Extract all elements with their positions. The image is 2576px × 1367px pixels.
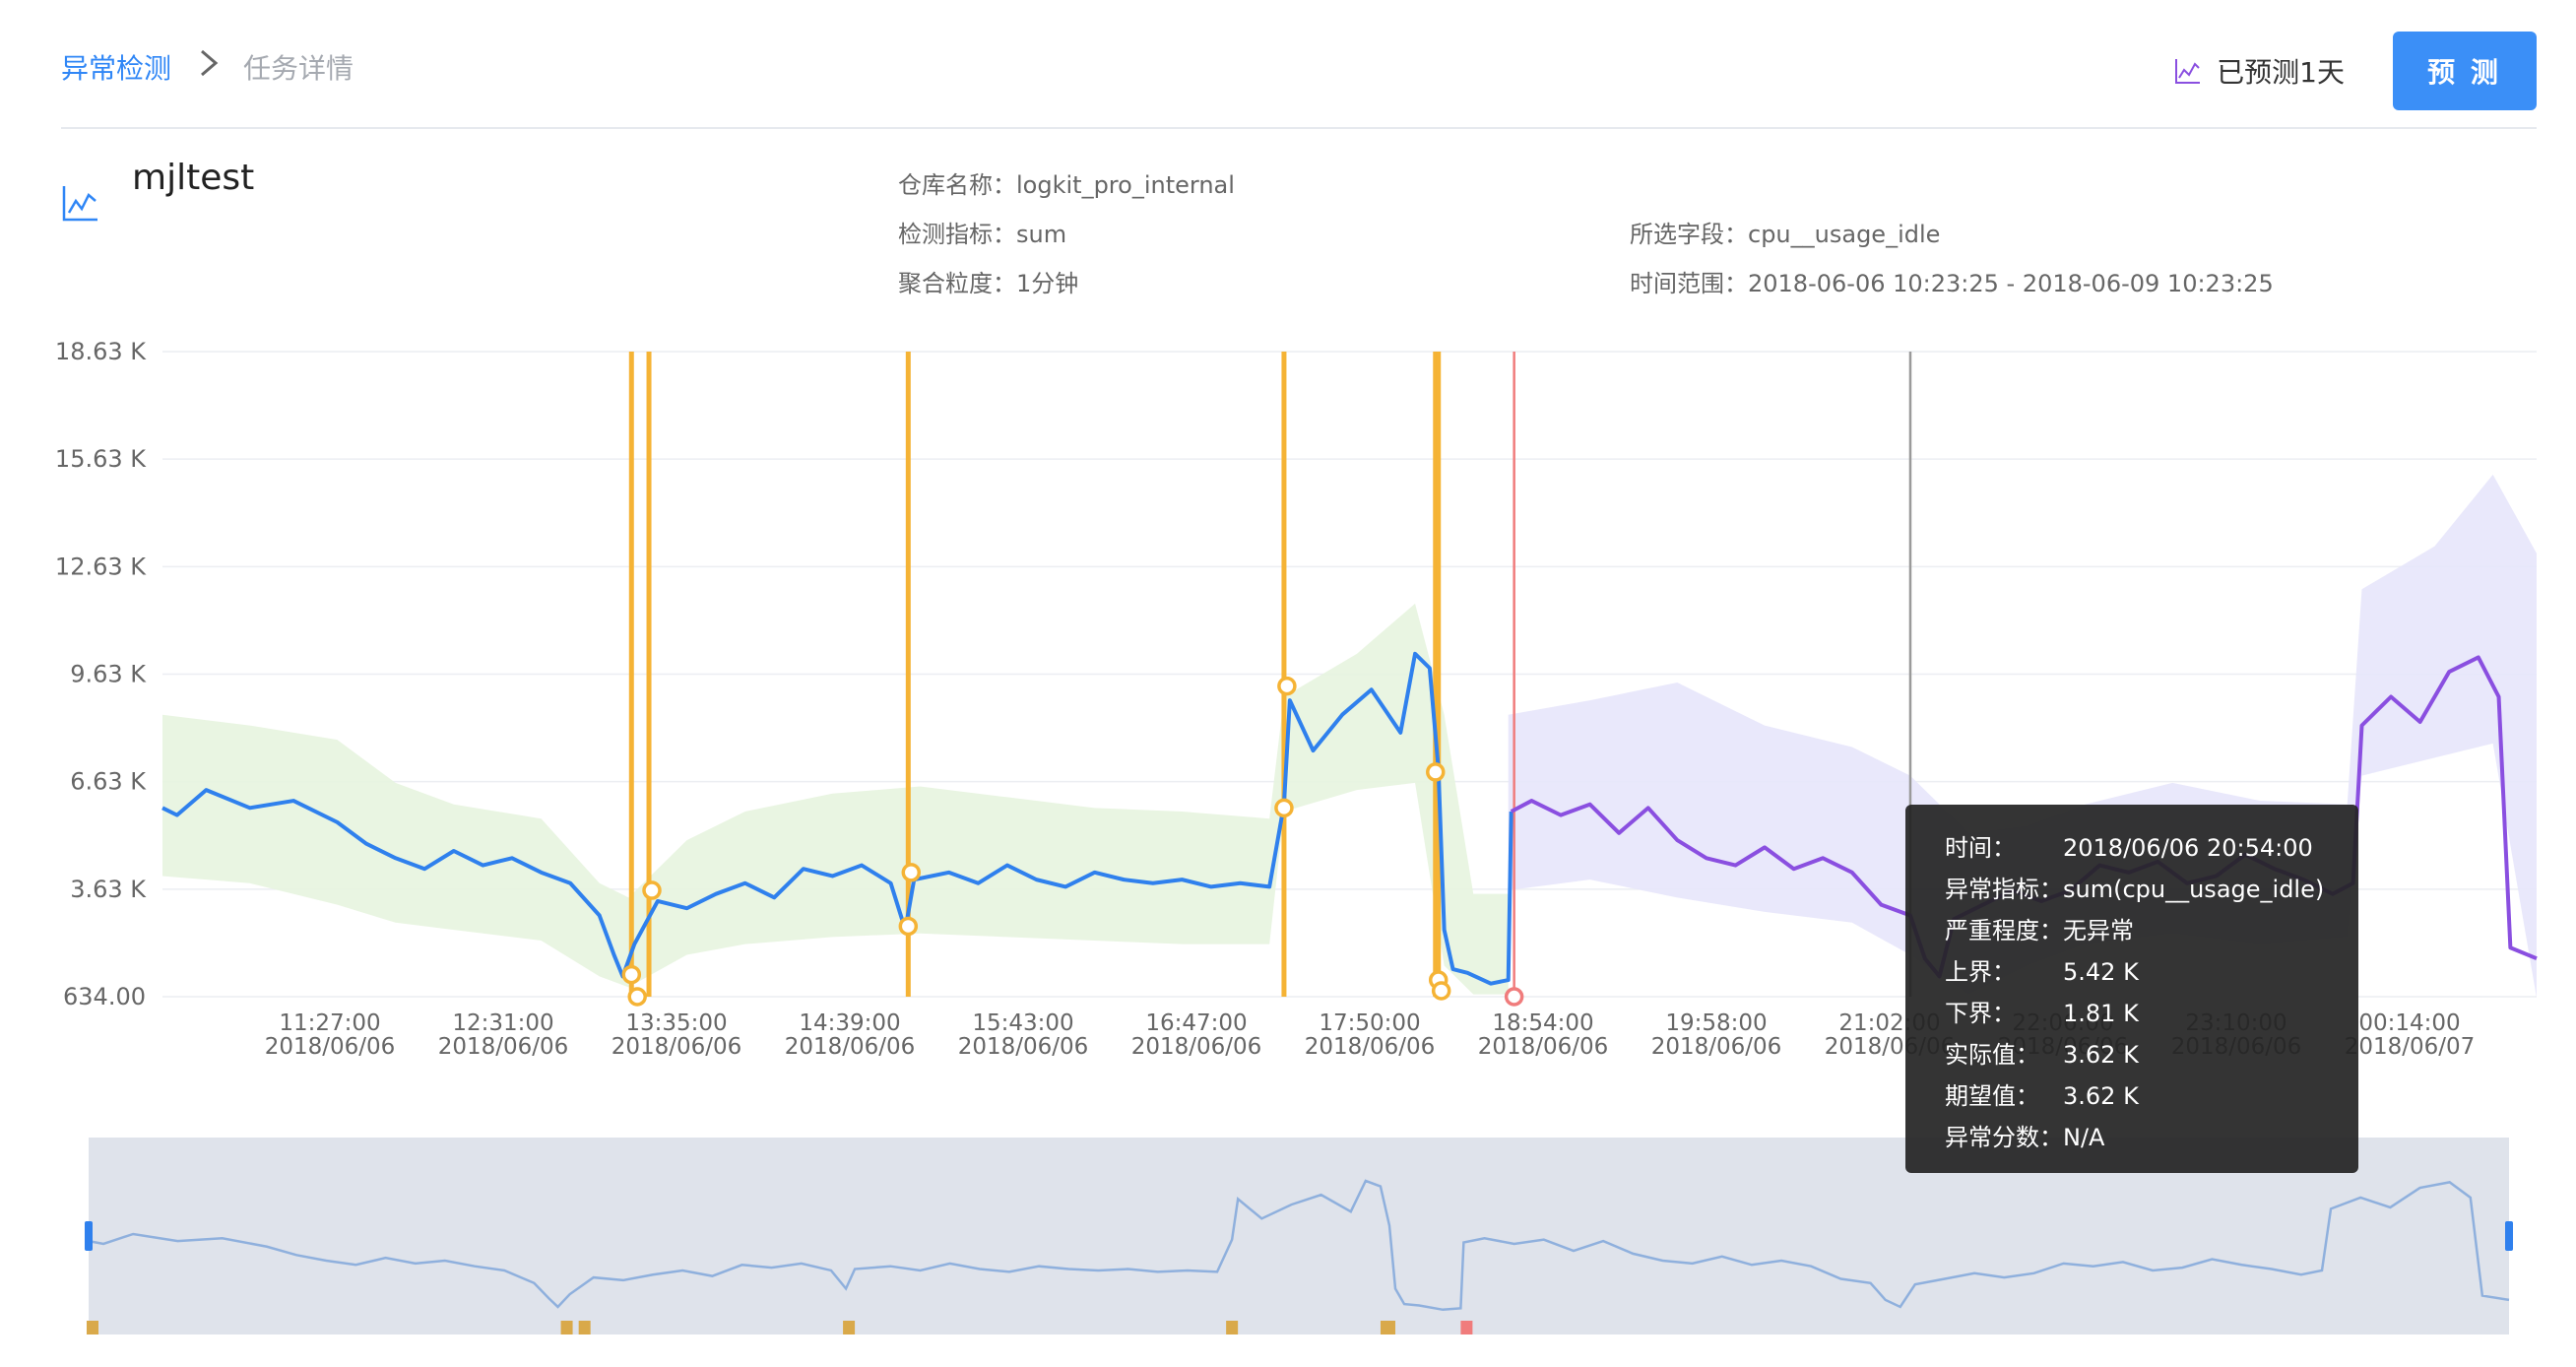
tooltip-value: 2018/06/06 20:54:00 bbox=[2063, 834, 2313, 862]
x-tick-time: 13:35:00 bbox=[625, 1010, 727, 1036]
meta-value: 2018-06-06 10:23:25 - 2018-06-09 10:23:2… bbox=[1748, 270, 2274, 297]
y-tick-label: 15.63 K bbox=[55, 445, 147, 473]
tooltip-value: N/A bbox=[2063, 1124, 2105, 1151]
y-tick-label: 12.63 K bbox=[55, 553, 147, 580]
y-tick-label: 6.63 K bbox=[70, 768, 147, 796]
x-tick-date: 2018/06/06 bbox=[1478, 1034, 1609, 1060]
tooltip-row: 实际值： 3.62 K bbox=[1945, 1035, 2139, 1070]
meta-key: 仓库名称： bbox=[898, 171, 1016, 199]
chevron-right-icon bbox=[201, 49, 219, 77]
tooltip-row: 下界： 1.81 K bbox=[1945, 994, 2139, 1028]
anomaly-point bbox=[1431, 981, 1451, 1001]
navigator-anomaly-marker bbox=[843, 1321, 856, 1334]
meta-value: 1分钟 bbox=[1016, 270, 1079, 297]
tooltip-row: 时间： 2018/06/06 20:54:00 bbox=[1945, 828, 2313, 863]
meta-value: cpu__usage_idle bbox=[1748, 221, 1941, 248]
line-chart-icon bbox=[62, 186, 97, 222]
predict-status-text: 已预测1天 bbox=[2217, 56, 2345, 89]
tooltip-row: 严重程度：无异常 bbox=[1945, 911, 2134, 945]
meta-repo: 仓库名称：logkit_pro_internal bbox=[898, 165, 1235, 200]
task-name: mjltest bbox=[132, 158, 255, 198]
y-tick-label: 18.63 K bbox=[55, 338, 147, 365]
predict-button[interactable]: 预 测 bbox=[2393, 32, 2537, 110]
predict-status: 已预测1天 bbox=[2173, 51, 2345, 91]
x-tick-date: 2018/06/06 bbox=[265, 1034, 396, 1060]
tooltip-key: 实际值： bbox=[1945, 1041, 2039, 1069]
tooltip-key: 期望值： bbox=[1945, 1082, 2039, 1110]
x-tick-date: 2018/06/06 bbox=[958, 1034, 1089, 1060]
y-tick-label: 634.00 bbox=[63, 983, 146, 1010]
meta-key: 聚合粒度： bbox=[898, 270, 1016, 297]
anomaly-point bbox=[1504, 987, 1524, 1007]
x-tick-date: 2018/06/06 bbox=[1651, 1034, 1782, 1060]
navigator-anomaly-marker bbox=[1226, 1321, 1239, 1334]
x-tick-date: 2018/06/07 bbox=[2345, 1034, 2476, 1060]
x-tick-date: 2018/06/06 bbox=[1131, 1034, 1262, 1060]
navigator-anomaly-marker bbox=[1460, 1321, 1473, 1334]
breadcrumb-home-link[interactable]: 异常检测 bbox=[61, 47, 171, 87]
navigator-anomaly-marker bbox=[1383, 1321, 1395, 1334]
anomaly-point bbox=[1274, 798, 1294, 818]
tooltip-key: 下界： bbox=[1945, 1000, 2016, 1027]
history-band bbox=[162, 603, 1509, 995]
x-tick-time: 18:54:00 bbox=[1492, 1010, 1593, 1036]
x-tick-time: 16:47:00 bbox=[1145, 1010, 1247, 1036]
x-tick-time: 00:14:00 bbox=[2358, 1010, 2460, 1036]
tooltip-key: 异常指标： bbox=[1945, 876, 2063, 903]
x-tick-time: 12:31:00 bbox=[452, 1010, 553, 1036]
y-axis: 18.63 K 15.63 K 12.63 K 9.63 K 6.63 K 3.63 K 6… bbox=[55, 338, 147, 1010]
breadcrumb-current: 任务详情 bbox=[243, 52, 354, 85]
navigator-right-handle bbox=[2505, 1221, 2513, 1251]
anomaly-point bbox=[642, 880, 662, 900]
meta-metric: 检测指标：sum bbox=[898, 215, 1066, 249]
navigator-left-handle bbox=[85, 1221, 93, 1251]
tooltip-row: 异常分数：N/A bbox=[1945, 1118, 2104, 1152]
x-tick-time: 17:50:00 bbox=[1319, 1010, 1420, 1036]
navigator-anomaly-marker bbox=[560, 1321, 573, 1334]
meta-time-range: 时间范围：2018-06-06 10:23:25 - 2018-06-09 10… bbox=[1630, 264, 2274, 298]
anomaly-point bbox=[1426, 762, 1446, 782]
x-tick-date: 2018/06/06 bbox=[785, 1034, 916, 1060]
tooltip-value: 无异常 bbox=[2063, 917, 2134, 944]
meta-key: 检测指标： bbox=[898, 221, 1016, 248]
meta-value: logkit_pro_internal bbox=[1016, 171, 1235, 199]
chart-tooltip: 时间： 2018/06/06 20:54:00 异常指标：sum(cpu__usa… bbox=[1905, 805, 2358, 1173]
meta-key: 所选字段： bbox=[1630, 221, 1748, 248]
anomaly-point bbox=[1277, 676, 1297, 696]
meta-field: 所选字段：cpu__usage_idle bbox=[1630, 215, 1940, 249]
x-tick-time: 15:43:00 bbox=[972, 1010, 1073, 1036]
tooltip-key: 严重程度： bbox=[1945, 917, 2063, 944]
tooltip-value: 1.81 K bbox=[2063, 1000, 2139, 1027]
y-tick-label: 9.63 K bbox=[70, 661, 147, 688]
y-tick-label: 3.63 K bbox=[70, 876, 147, 903]
meta-granularity: 聚合粒度：1分钟 bbox=[898, 264, 1078, 298]
page-header: 异常检测 任务详情 已预测1天 预 测 bbox=[61, 0, 2537, 129]
x-tick-date: 2018/06/06 bbox=[612, 1034, 742, 1060]
tooltip-key: 时间： bbox=[1945, 834, 2016, 862]
anomaly-point bbox=[898, 916, 919, 937]
tooltip-value: 3.62 K bbox=[2063, 1082, 2139, 1110]
meta-value: sum bbox=[1016, 221, 1067, 248]
anomaly-point bbox=[621, 964, 642, 985]
x-tick-date: 2018/06/06 bbox=[1305, 1034, 1436, 1060]
tooltip-value: 5.42 K bbox=[2063, 958, 2139, 986]
x-tick-time: 14:39:00 bbox=[799, 1010, 900, 1036]
x-tick-time: 19:58:00 bbox=[1665, 1010, 1767, 1036]
anomaly-point bbox=[627, 987, 647, 1007]
meta-key: 时间范围： bbox=[1630, 270, 1748, 297]
tooltip-row: 上界： 5.42 K bbox=[1945, 952, 2139, 987]
navigator-anomaly-marker bbox=[578, 1321, 591, 1334]
tooltip-value: 3.62 K bbox=[2063, 1041, 2139, 1069]
tooltip-key: 上界： bbox=[1945, 958, 2016, 986]
tooltip-row: 异常指标：sum(cpu__usage_idle) bbox=[1945, 870, 2324, 904]
line-chart-icon bbox=[2175, 59, 2201, 84]
x-tick-date: 2018/06/06 bbox=[438, 1034, 569, 1060]
tooltip-value: sum(cpu__usage_idle) bbox=[2063, 876, 2325, 903]
anomaly-point bbox=[901, 863, 922, 882]
navigator-anomaly-marker bbox=[87, 1321, 98, 1334]
tooltip-row: 期望值： 3.62 K bbox=[1945, 1076, 2139, 1111]
x-tick-time: 11:27:00 bbox=[279, 1010, 380, 1036]
tooltip-key: 异常分数： bbox=[1945, 1124, 2063, 1151]
